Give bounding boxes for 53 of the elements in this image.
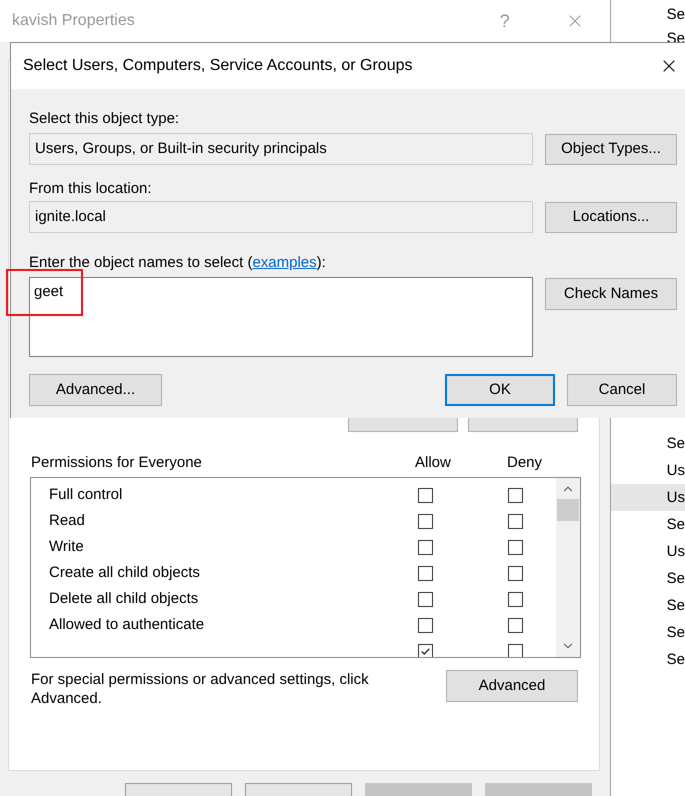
checkbox[interactable] xyxy=(508,514,523,528)
permission-name: Delete all child objects xyxy=(48,588,200,609)
checkbox[interactable] xyxy=(508,644,523,657)
object-names-field[interactable]: geet xyxy=(29,277,533,357)
check-names-button[interactable]: Check Names xyxy=(545,278,677,310)
list-item[interactable]: Se xyxy=(610,592,685,619)
checkbox[interactable] xyxy=(418,514,433,528)
checkbox[interactable] xyxy=(508,488,523,502)
checkbox[interactable] xyxy=(418,618,433,632)
list-item[interactable]: Se xyxy=(610,646,685,673)
list-item[interactable]: Us xyxy=(610,538,685,565)
checkbox[interactable] xyxy=(418,540,433,554)
ok-button[interactable]: OK xyxy=(445,374,555,406)
cancel-button[interactable]: Cancel xyxy=(567,374,677,406)
list-item[interactable]: Se xyxy=(610,430,685,457)
list-item[interactable]: Se xyxy=(610,619,685,646)
advanced-button[interactable]: Advanced... xyxy=(29,374,162,406)
list-item[interactable]: Se xyxy=(610,511,685,538)
advanced-note: For special permissions or advanced settings, click Advanced. xyxy=(31,670,370,708)
column-header: Deny xyxy=(507,452,544,473)
dialog-title: Select Users, Computers, Service Accounts, or Groups xyxy=(23,56,414,76)
checkbox[interactable] xyxy=(418,592,433,606)
checkbox[interactable] xyxy=(508,566,523,580)
checkbox[interactable] xyxy=(418,566,433,580)
advanced-button[interactable]: Advanced xyxy=(446,670,578,702)
checkbox[interactable] xyxy=(508,618,523,632)
permission-name: Read xyxy=(48,510,86,531)
checkbox[interactable] xyxy=(418,488,433,502)
checkbox[interactable] xyxy=(508,540,523,554)
object-type-field: Users, Groups, or Built-in security principals xyxy=(29,133,533,165)
object-types-button[interactable]: Object Types... xyxy=(545,134,677,164)
field-label: From this location: xyxy=(29,179,153,196)
scroll-thumb[interactable] xyxy=(557,499,579,521)
locations-button[interactable]: Locations... xyxy=(545,202,677,232)
permission-name: Create all child objects xyxy=(48,562,201,583)
list-item[interactable]: Us xyxy=(610,484,685,511)
column-header: Allow xyxy=(415,452,452,473)
examples-link[interactable]: examples xyxy=(252,254,317,271)
scrollbar[interactable] xyxy=(556,478,580,657)
checkbox[interactable] xyxy=(508,592,523,606)
field-label: Enter the object names to select (examples): xyxy=(29,253,327,270)
location-field: ignite.local xyxy=(29,201,533,233)
list-item[interactable]: Se xyxy=(610,3,685,27)
permission-name: Allowed to authenticate xyxy=(48,614,206,635)
window-title: kavish Properties xyxy=(12,11,136,31)
checkbox[interactable] xyxy=(418,644,433,657)
check-icon xyxy=(421,648,430,654)
list-item[interactable]: Us xyxy=(610,457,685,484)
permissions-header: Permissions for Everyone xyxy=(30,452,203,473)
field-label: Select this object type: xyxy=(29,109,180,126)
permission-name: Write xyxy=(48,536,85,557)
list-item[interactable]: Se xyxy=(610,565,685,592)
permission-name: Full control xyxy=(48,484,124,505)
